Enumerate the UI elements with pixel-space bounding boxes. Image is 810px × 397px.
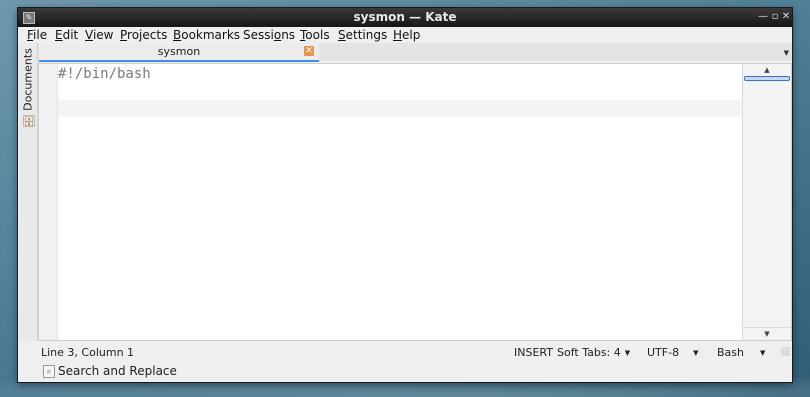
side-panel: Documents 🗄 <box>19 43 38 341</box>
line-gutter <box>39 64 58 340</box>
search-and-replace-button[interactable]: Search and Replace <box>58 364 177 378</box>
encoding-selector[interactable]: UTF-8 ▼ <box>647 346 698 359</box>
window-title: sysmon — Kate <box>353 10 457 24</box>
resize-grip-icon[interactable] <box>781 347 790 356</box>
code-area[interactable]: #!/bin/bash <box>58 64 744 340</box>
scroll-thumb[interactable] <box>744 76 790 81</box>
cursor-position[interactable]: Line 3, Column 1 <box>41 346 134 359</box>
indentation-label: Soft Tabs: 4 <box>557 346 621 359</box>
input-mode[interactable]: INSERT <box>514 346 553 359</box>
minimap-scrollbar[interactable]: ▲ ▼ <box>742 64 791 340</box>
menu-file[interactable]: File <box>27 28 47 42</box>
tabs-dropdown-icon[interactable]: ▼ <box>784 49 789 57</box>
scroll-up-icon[interactable]: ▲ <box>743 64 791 76</box>
menu-edit[interactable]: Edit <box>55 28 78 42</box>
indentation-selector[interactable]: Soft Tabs: 4 ▼ <box>557 346 630 359</box>
chevron-down-icon: ▼ <box>624 349 631 357</box>
menu-bookmarks[interactable]: Bookmarks <box>173 28 240 42</box>
tool-view-bar: ⌕ Search and Replace <box>38 362 792 380</box>
documents-tab-label: Documents <box>21 48 35 111</box>
minimize-icon[interactable]: — <box>757 10 769 24</box>
close-window-icon[interactable]: ✕ <box>780 10 792 24</box>
code-line-1: #!/bin/bash <box>58 66 151 82</box>
editor-view[interactable]: #!/bin/bash ▲ ▼ <box>38 63 792 341</box>
syntax-label: Bash <box>717 346 744 359</box>
kate-window: ✎ sysmon — Kate — ▫ ✕ File Edit View Pro… <box>18 8 792 382</box>
menu-help[interactable]: Help <box>393 28 420 42</box>
tab-label: sysmon <box>157 45 201 58</box>
code-line-3-current <box>58 100 744 117</box>
encoding-label: UTF-8 <box>647 346 680 359</box>
menu-projects[interactable]: Projects <box>120 28 167 42</box>
close-tab-icon[interactable]: ✕ <box>304 46 314 56</box>
search-replace-icon: ⌕ <box>43 365 55 378</box>
menu-tools[interactable]: Tools <box>300 28 330 42</box>
chevron-down-icon: ▼ <box>693 349 699 357</box>
documents-sidebar-tab[interactable]: Documents <box>21 47 35 113</box>
status-bar: Line 3, Column 1 INSERT Soft Tabs: 4 ▼ UT… <box>38 343 792 361</box>
title-bar[interactable]: ✎ sysmon — Kate — ▫ ✕ <box>18 8 792 27</box>
menu-settings[interactable]: Settings <box>338 28 387 42</box>
syntax-mode-selector[interactable]: Bash ▼ <box>717 346 765 359</box>
chevron-down-icon: ▼ <box>760 349 766 357</box>
menu-bar: File Edit View Projects Bookmarks Sessio… <box>18 27 792 43</box>
menu-sessions[interactable]: Sessions <box>243 28 295 42</box>
filesystem-browser-icon[interactable]: 🗄 <box>22 116 36 128</box>
menu-view[interactable]: View <box>85 28 113 42</box>
tab-sysmon[interactable]: sysmon ✕ <box>39 43 319 62</box>
scroll-down-icon[interactable]: ▼ <box>743 327 791 340</box>
document-tab-bar: sysmon ✕ ▼ <box>38 43 792 62</box>
